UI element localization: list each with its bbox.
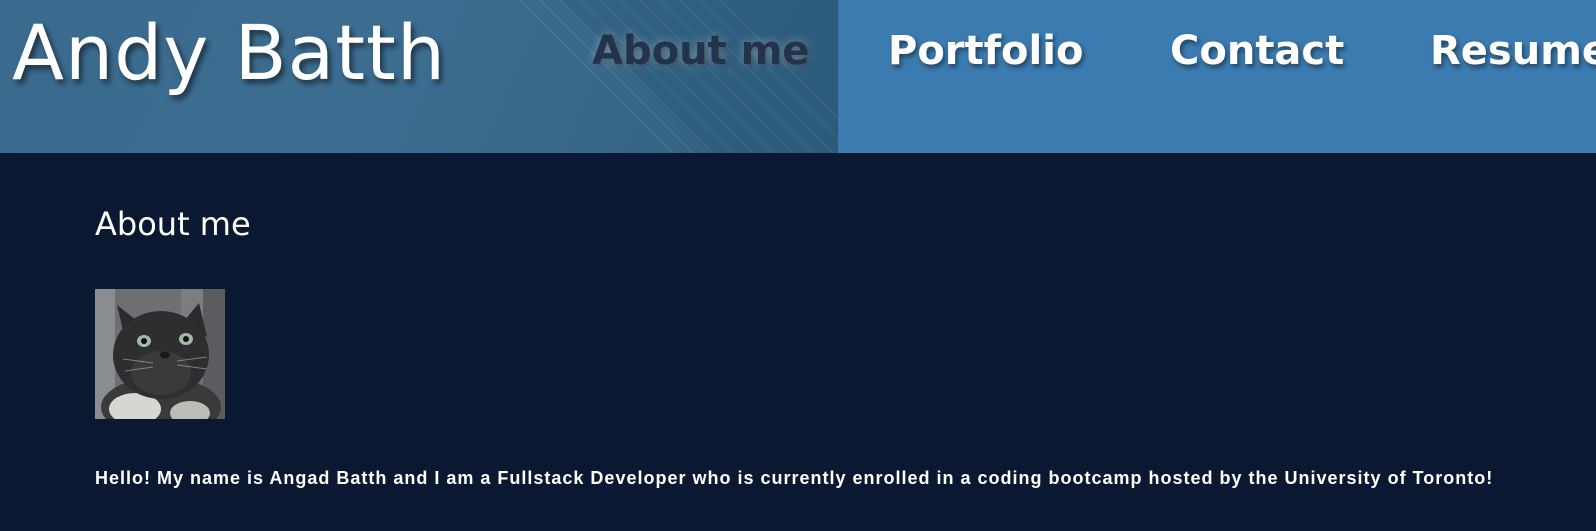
site-title: Andy Batth [12,8,447,97]
header-nav-panel [838,0,1596,153]
nav-link-contact[interactable]: Contact [1170,28,1344,74]
nav-link-resume[interactable]: Resume [1430,28,1596,74]
section-title: About me [95,205,251,243]
nav-link-portfolio[interactable]: Portfolio [888,28,1083,74]
site-header: Andy Batth About me Portfolio Contact Re… [0,0,1596,153]
bio-text: Hello! My name is Angad Batth and I am a… [95,468,1494,488]
nav-link-about[interactable]: About me [592,28,809,74]
profile-photo [95,289,225,419]
